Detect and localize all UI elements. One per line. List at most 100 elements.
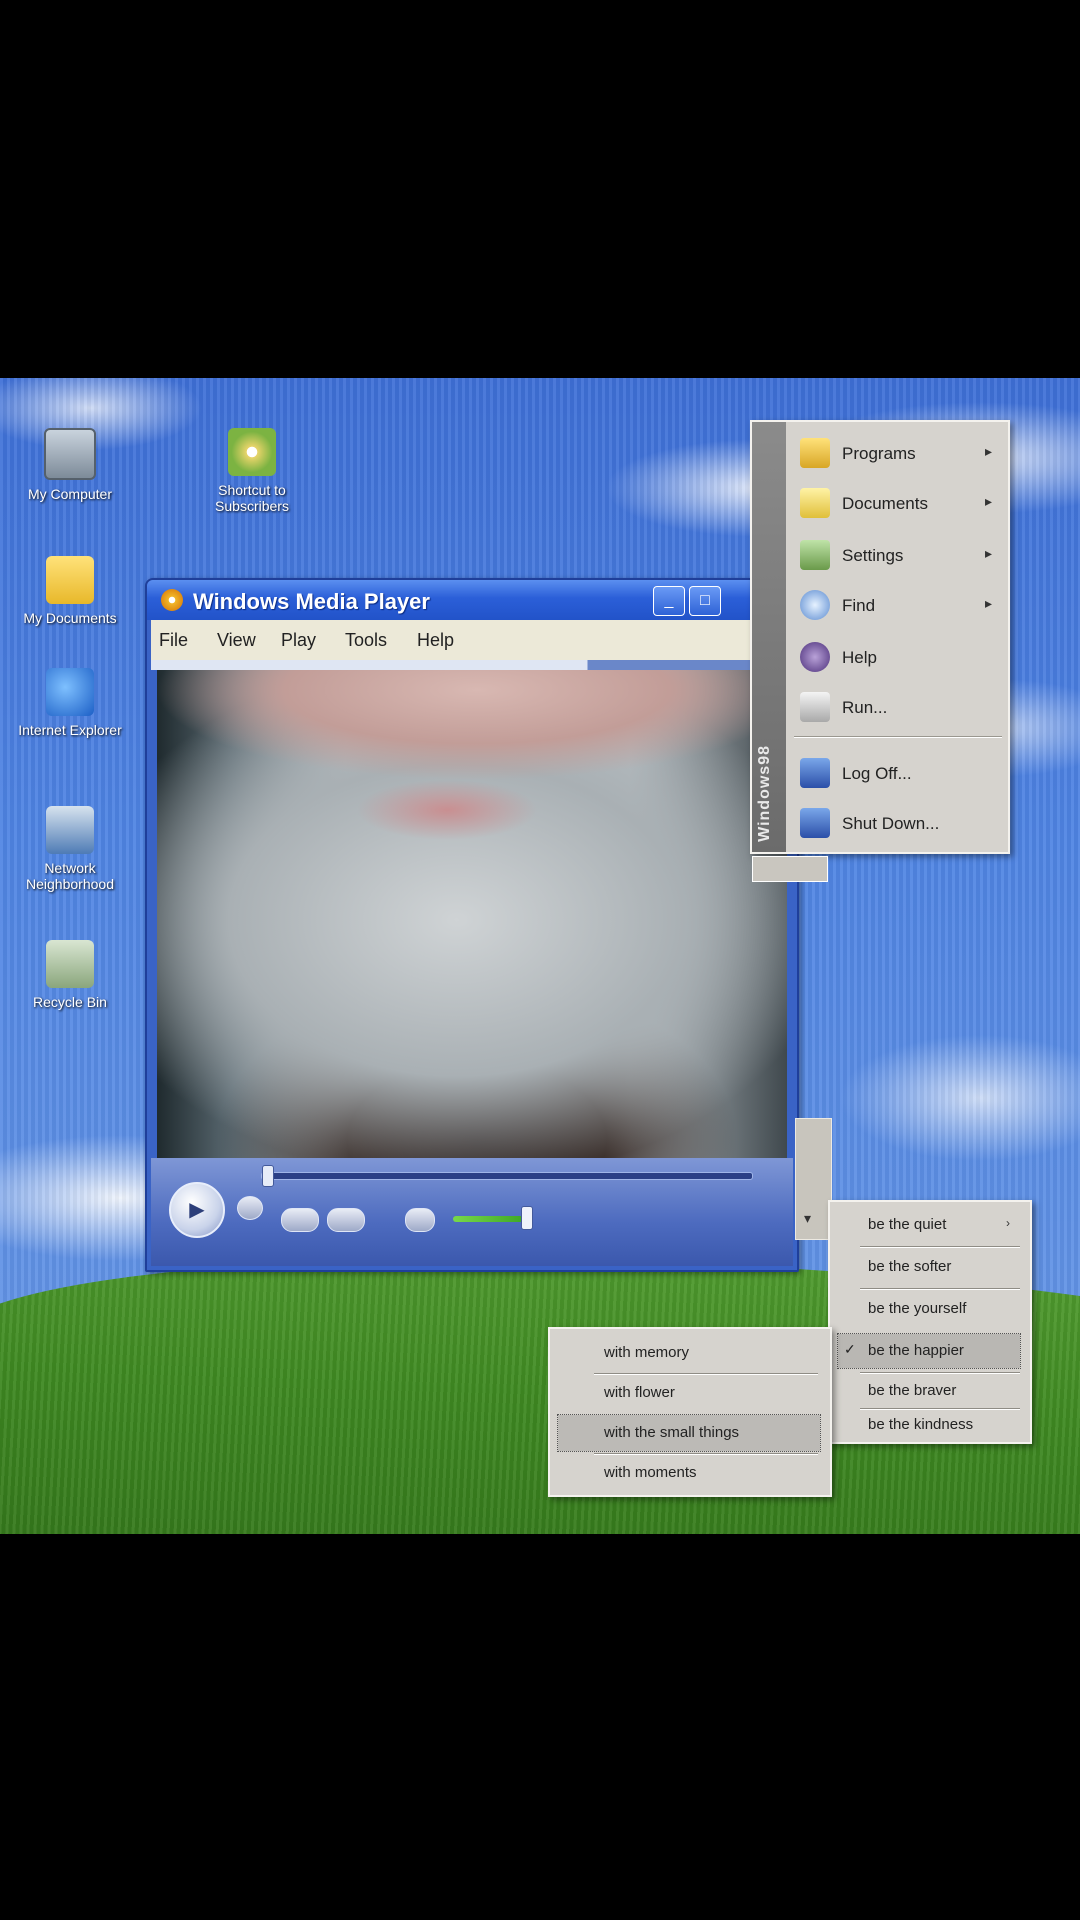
recycle-bin-icon: [46, 940, 94, 988]
start-menu-label: Help: [842, 648, 877, 667]
menu-play[interactable]: Play: [281, 630, 316, 651]
minimize-button[interactable]: _: [653, 586, 685, 616]
top-letterbox: [0, 0, 1080, 378]
submenu-item[interactable]: be the kindness: [838, 1408, 1020, 1442]
submenu-item[interactable]: with memory: [558, 1335, 820, 1371]
desktop-icon-label: Shortcut to Subscribers: [215, 482, 289, 514]
computer-icon: [44, 428, 96, 480]
bottom-letterbox: [0, 1534, 1080, 1920]
playback-controls: ▶: [151, 1158, 793, 1266]
mute-button[interactable]: [405, 1208, 435, 1232]
start-menu-item-shut-down[interactable]: Shut Down...: [796, 800, 1000, 846]
volume-thumb[interactable]: [521, 1206, 533, 1230]
media-player-window[interactable]: Windows Media Player _ □ File View Play …: [145, 578, 799, 1272]
start-menu-label: Run...: [842, 698, 888, 717]
submenu-item[interactable]: be the yourself: [838, 1292, 1020, 1326]
media-player-titlebar[interactable]: Windows Media Player _ □: [147, 580, 797, 620]
desktop-icon-recycle-bin[interactable]: Recycle Bin: [10, 940, 130, 1010]
menu-view[interactable]: View: [217, 630, 256, 651]
start-menu-label: Settings: [842, 546, 904, 565]
submenu-with: with memory with flower with the small t…: [548, 1327, 832, 1497]
previous-button[interactable]: [281, 1208, 319, 1232]
start-menu: Windows98 Programs ▸ Documents ▸ Setting…: [750, 420, 1010, 854]
cd-icon: [228, 428, 276, 476]
desktop-icon-label: Recycle Bin: [33, 994, 107, 1010]
documents-icon: [800, 488, 830, 518]
desktop-icon-label: My Computer: [27, 486, 113, 502]
start-menu-item-programs[interactable]: Programs ▸: [796, 430, 1000, 476]
stop-button[interactable]: [237, 1196, 263, 1220]
desktop-icon-network[interactable]: Network Neighborhood: [10, 806, 130, 892]
submenu-separator: [860, 1246, 1020, 1248]
submenu-item[interactable]: be the softer: [838, 1250, 1020, 1284]
submenu-item[interactable]: be the braver: [838, 1374, 1020, 1408]
submenu-be: be the quiet › be the softer be the your…: [828, 1200, 1032, 1444]
help-icon: [800, 642, 830, 672]
play-button[interactable]: ▶: [169, 1182, 225, 1238]
desktop-icon-my-computer[interactable]: My Computer: [10, 428, 130, 502]
settings-icon: [800, 540, 830, 570]
submenu-item-label: be the softer: [868, 1258, 952, 1275]
start-menu-side-strip: Windows98: [752, 422, 786, 852]
folder-icon: [46, 556, 94, 604]
start-menu-item-log-off[interactable]: Log Off...: [796, 750, 1000, 796]
next-button[interactable]: [327, 1208, 365, 1232]
start-menu-label: Shut Down...: [842, 814, 940, 833]
start-button[interactable]: [752, 856, 828, 882]
submenu-item[interactable]: with flower: [558, 1375, 820, 1411]
start-menu-item-run[interactable]: Run...: [796, 684, 1000, 730]
desktop-icon-my-documents[interactable]: My Documents: [10, 556, 130, 626]
start-menu-item-documents[interactable]: Documents ▸: [796, 480, 1000, 526]
maximize-button[interactable]: □: [689, 586, 721, 616]
start-menu-item-settings[interactable]: Settings ▸: [796, 532, 1000, 578]
submenu-item-label: be the yourself: [868, 1300, 967, 1317]
volume-slider[interactable]: [453, 1216, 523, 1222]
submenu-item-label: with flower: [604, 1384, 675, 1401]
menu-file[interactable]: File: [159, 630, 188, 651]
start-menu-label: Log Off...: [842, 764, 912, 783]
programs-icon: [800, 438, 830, 468]
desktop-icon-shortcut[interactable]: Shortcut to Subscribers: [192, 428, 312, 514]
submenu-separator: [860, 1288, 1020, 1290]
start-menu-item-find[interactable]: Find ▸: [796, 582, 1000, 628]
start-menu-label: Programs: [842, 444, 916, 463]
submenu-arrow-icon: ▸: [984, 443, 992, 459]
submenu-item-label: be the happier: [868, 1342, 964, 1359]
media-player-icon: [161, 589, 183, 611]
dropdown-arrow-icon: ▾: [804, 1210, 812, 1226]
submenu-item-label: be the braver: [868, 1382, 957, 1399]
submenu-item[interactable]: be the quiet ›: [838, 1208, 1020, 1242]
submenu-item-label: be the kindness: [868, 1416, 974, 1433]
desktop-icon-internet-explorer[interactable]: Internet Explorer: [10, 668, 130, 738]
seek-bar[interactable]: [261, 1165, 753, 1187]
start-menu-item-help[interactable]: Help: [796, 634, 1000, 680]
submenu-arrow-icon: ›: [1006, 1216, 1010, 1230]
find-icon: [800, 590, 830, 620]
start-menu-label: Documents: [842, 494, 928, 513]
submenu-arrow-icon: ▸: [984, 493, 992, 509]
window-title: Windows Media Player: [193, 589, 430, 614]
buffer-strip: [151, 660, 793, 670]
start-menu-separator: [794, 736, 1002, 738]
submenu-item[interactable]: with moments: [558, 1455, 820, 1491]
shut-down-icon: [800, 808, 830, 838]
submenu-item-selected[interactable]: ✓ be the happier: [837, 1333, 1021, 1369]
menu-help[interactable]: Help: [417, 630, 454, 651]
video-area[interactable]: [157, 670, 787, 1158]
submenu-item-label: be the quiet: [868, 1216, 947, 1233]
check-icon: ✓: [844, 1341, 856, 1357]
desktop-icon-label: Network Neighborhood: [26, 860, 114, 892]
seek-thumb[interactable]: [262, 1165, 274, 1187]
menu-tools[interactable]: Tools: [345, 630, 387, 651]
ie-icon: [46, 668, 94, 716]
submenu-item-label: with memory: [604, 1344, 690, 1361]
submenu-item-selected[interactable]: with the small things: [557, 1414, 821, 1452]
desktop-icon-label: Internet Explorer: [18, 722, 122, 738]
submenu-item-label: with the small things: [604, 1424, 740, 1441]
run-icon: [800, 692, 830, 722]
submenu-arrow-icon: ▸: [984, 545, 992, 561]
background-window-edge: [795, 1118, 832, 1240]
submenu-arrow-icon: ▸: [984, 595, 992, 611]
network-icon: [46, 806, 94, 854]
menu-bar: File View Play Tools Help: [151, 620, 793, 660]
